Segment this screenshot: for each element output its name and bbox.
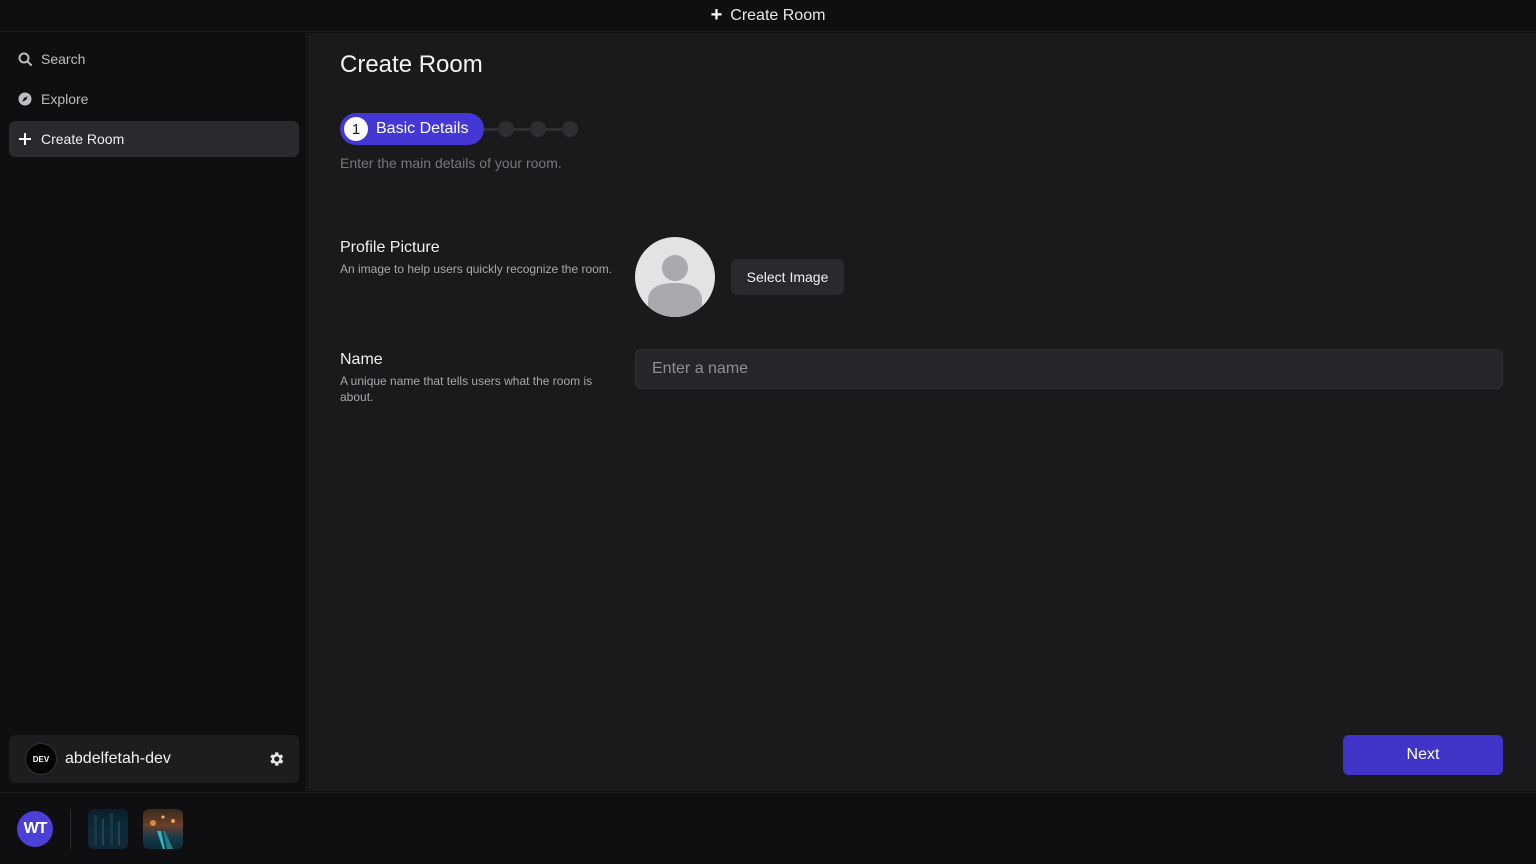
gear-icon[interactable] <box>267 750 285 768</box>
next-button[interactable]: Next <box>1343 735 1503 775</box>
bottom-dock: WT <box>0 792 1536 864</box>
user-card[interactable]: DEV abdelfetah-dev <box>9 735 299 783</box>
name-input[interactable] <box>635 349 1503 389</box>
main-content: Create Room 1 Basic Details Enter the ma… <box>308 33 1536 791</box>
room-image <box>94 813 120 845</box>
app-logo[interactable]: WT <box>17 811 53 847</box>
step-dot <box>562 121 579 137</box>
profile-picture-label: Profile Picture <box>340 239 440 256</box>
name-label: Name <box>340 351 383 368</box>
title-bar: + Create Room <box>0 0 1536 32</box>
stepper: 1 Basic Details <box>340 113 579 145</box>
username: abdelfetah-dev <box>65 750 171 767</box>
room-thumbnail[interactable] <box>143 809 183 849</box>
step-label: Basic Details <box>376 120 469 137</box>
profile-picture-description: An image to help users quickly recognize… <box>340 262 613 276</box>
step-number: 1 <box>344 117 368 141</box>
avatar: DEV <box>25 743 57 775</box>
room-thumbnail[interactable] <box>88 809 128 849</box>
step-connector <box>514 127 531 131</box>
search-icon <box>17 51 33 67</box>
page-title: Create Room <box>340 51 483 78</box>
sidebar-item-label: Create Room <box>41 131 125 147</box>
window-title: Create Room <box>730 6 826 24</box>
user-silhouette-icon <box>648 255 702 317</box>
dock-divider <box>70 809 71 849</box>
profile-picture-placeholder <box>635 237 715 317</box>
step-hint: Enter the main details of your room. <box>340 155 562 171</box>
sidebar: Search Explore Create Room DEV abdelfeta… <box>1 33 307 791</box>
step-dot <box>498 121 515 137</box>
step-dot <box>530 121 547 137</box>
name-description: A unique name that tells users what the … <box>340 374 593 404</box>
plus-icon <box>17 131 33 147</box>
sidebar-item-label: Explore <box>41 91 89 107</box>
step-current: 1 Basic Details <box>340 113 485 145</box>
step-connector <box>546 127 563 131</box>
sidebar-item-label: Search <box>41 51 86 67</box>
plus-icon: + <box>710 3 723 26</box>
compass-icon <box>17 91 33 107</box>
select-image-button[interactable]: Select Image <box>731 259 844 295</box>
room-image <box>150 815 175 849</box>
sidebar-item-create-room[interactable]: Create Room <box>9 121 299 157</box>
sidebar-item-explore[interactable]: Explore <box>9 81 299 117</box>
sidebar-item-search[interactable]: Search <box>9 41 299 77</box>
step-connector <box>482 127 499 131</box>
